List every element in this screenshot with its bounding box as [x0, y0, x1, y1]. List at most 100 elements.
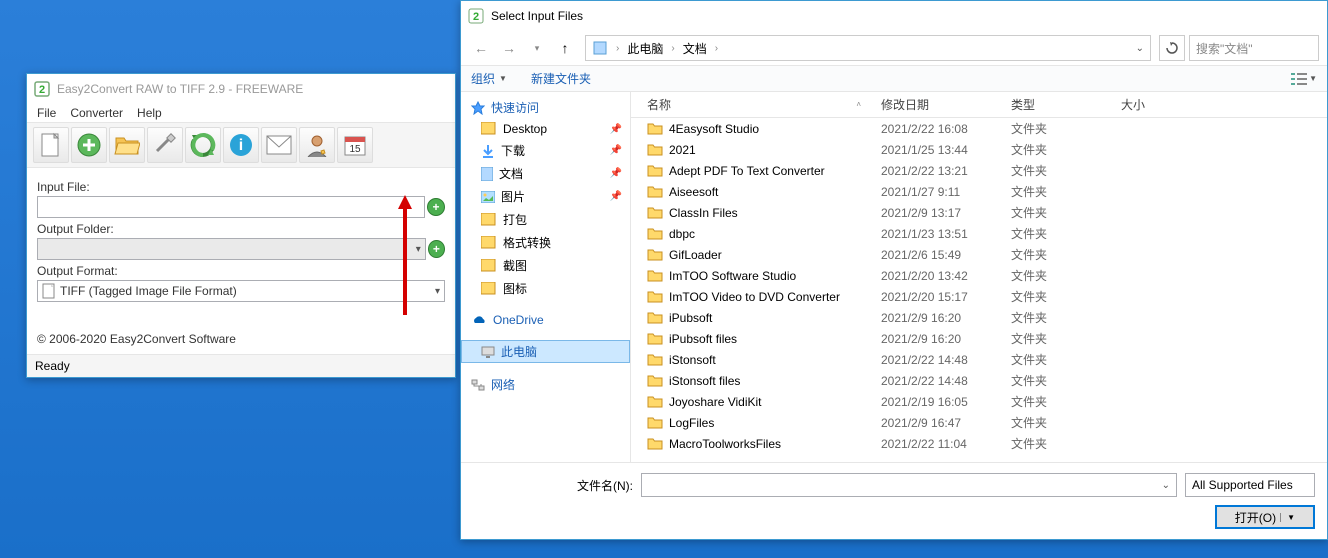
table-row[interactable]: iPubsoft files2021/2/9 16:20文件夹	[631, 328, 1327, 349]
new-folder-button[interactable]: 新建文件夹	[531, 70, 591, 87]
chevron-right-icon: ›	[715, 43, 718, 54]
chevron-down-icon: ⌄	[1162, 480, 1170, 491]
nav-icons[interactable]: 图标	[461, 277, 630, 300]
table-row[interactable]: 20212021/1/25 13:44文件夹	[631, 139, 1327, 160]
open-button[interactable]: 打开(O)▼	[1215, 505, 1315, 529]
status-bar: Ready	[27, 354, 455, 377]
nav-pictures[interactable]: 图片📌	[461, 185, 630, 208]
breadcrumb-root[interactable]: 此电脑	[627, 40, 663, 57]
nav-network[interactable]: 网络	[461, 373, 630, 396]
svg-text:2: 2	[473, 11, 479, 23]
up-button[interactable]: ↑	[553, 36, 577, 60]
table-row[interactable]: LogFiles2021/2/9 16:47文件夹	[631, 412, 1327, 433]
table-row[interactable]: iPubsoft2021/2/9 16:20文件夹	[631, 307, 1327, 328]
main-panel: Input File: + Output Folder: ▾ + Output …	[27, 168, 455, 354]
chevron-down-icon[interactable]: ⌄	[1136, 43, 1144, 54]
filename-combo[interactable]: ⌄	[641, 473, 1177, 497]
nav-onedrive[interactable]: OneDrive	[461, 310, 630, 330]
col-size[interactable]: 大小	[1121, 96, 1201, 113]
open-folder-button[interactable]	[109, 127, 145, 163]
table-row[interactable]: dbpc2021/1/23 13:51文件夹	[631, 223, 1327, 244]
file-dialog: 2 Select Input Files ← → ▾ ↑ › 此电脑 › 文档 …	[460, 0, 1328, 540]
view-button[interactable]: ▼	[1291, 72, 1317, 86]
table-row[interactable]: ImTOO Software Studio2021/2/20 13:42文件夹	[631, 265, 1327, 286]
folder-icon	[647, 185, 663, 198]
folder-icon	[647, 416, 663, 429]
col-type[interactable]: 类型	[1011, 96, 1121, 113]
settings-button[interactable]	[147, 127, 183, 163]
file-list[interactable]: 4Easysoft Studio2021/2/22 16:08文件夹202120…	[631, 118, 1327, 462]
menu-file[interactable]: File	[37, 106, 56, 120]
folder-icon	[647, 248, 663, 261]
app-icon: 2	[467, 7, 485, 25]
nav-documents[interactable]: 文档📌	[461, 162, 630, 185]
table-row[interactable]: Aiseesoft2021/1/27 9:11文件夹	[631, 181, 1327, 202]
file-date: 2021/2/20 15:17	[881, 290, 1011, 304]
nav-format[interactable]: 格式转换	[461, 231, 630, 254]
new-file-button[interactable]	[33, 127, 69, 163]
file-name: Adept PDF To Text Converter	[669, 164, 825, 178]
menu-converter[interactable]: Converter	[70, 106, 123, 120]
table-row[interactable]: 4Easysoft Studio2021/2/22 16:08文件夹	[631, 118, 1327, 139]
main-titlebar[interactable]: 2 Easy2Convert RAW to TIFF 2.9 - FREEWAR…	[27, 74, 455, 104]
file-type: 文件夹	[1011, 288, 1121, 305]
filter-combo[interactable]: All Supported Files	[1185, 473, 1315, 497]
nav-packages[interactable]: 打包	[461, 208, 630, 231]
table-row[interactable]: Joyoshare VidiKit2021/2/19 16:05文件夹	[631, 391, 1327, 412]
file-type: 文件夹	[1011, 246, 1121, 263]
table-row[interactable]: iStonsoft2021/2/22 14:48文件夹	[631, 349, 1327, 370]
col-name[interactable]: 名称˄	[631, 96, 881, 113]
input-file-field[interactable]	[37, 196, 425, 218]
nav-downloads[interactable]: 下载📌	[461, 139, 630, 162]
file-type: 文件夹	[1011, 225, 1121, 242]
col-date[interactable]: 修改日期	[881, 96, 1011, 113]
calendar-button[interactable]: 15	[337, 127, 373, 163]
copyright: © 2006-2020 Easy2Convert Software	[37, 332, 445, 346]
search-input[interactable]: 搜索"文档"	[1189, 35, 1319, 61]
folder-icon	[647, 311, 663, 324]
chevron-down-icon: ▼	[1280, 513, 1295, 522]
table-row[interactable]: Adept PDF To Text Converter 2021/2/22 13:…	[631, 160, 1327, 181]
folder-icon	[647, 374, 663, 387]
user-button[interactable]	[299, 127, 335, 163]
recent-button[interactable]: ▾	[525, 36, 549, 60]
file-type: 文件夹	[1011, 267, 1121, 284]
output-format-combo[interactable]: TIFF (Tagged Image File Format) ▾	[37, 280, 445, 302]
table-row[interactable]: ImTOO Video to DVD Converter 2021/2/20 15…	[631, 286, 1327, 307]
info-button[interactable]: i	[223, 127, 259, 163]
folder-icon	[647, 122, 663, 135]
add-button[interactable]	[71, 127, 107, 163]
add-input-button[interactable]: +	[427, 198, 445, 216]
file-name: 4Easysoft Studio	[669, 122, 759, 136]
dialog-titlebar[interactable]: 2 Select Input Files	[461, 1, 1327, 31]
nav-thispc[interactable]: 此电脑	[461, 340, 630, 363]
nav-screenshot[interactable]: 截图	[461, 254, 630, 277]
menu-help[interactable]: Help	[137, 106, 162, 120]
back-button[interactable]: ←	[469, 36, 493, 60]
file-name: iStonsoft files	[669, 374, 740, 388]
organize-button[interactable]: 组织 ▼	[471, 70, 507, 87]
file-name: iStonsoft	[669, 353, 716, 367]
file-date: 2021/2/22 13:21	[881, 164, 1011, 178]
add-output-button[interactable]: +	[428, 240, 445, 258]
mail-button[interactable]	[261, 127, 297, 163]
table-row[interactable]: ClassIn Files2021/2/9 13:17文件夹	[631, 202, 1327, 223]
file-name: dbpc	[669, 227, 695, 241]
output-folder-combo[interactable]: ▾	[37, 238, 426, 260]
table-row[interactable]: MacroToolworksFiles2021/2/22 11:04文件夹	[631, 433, 1327, 454]
chevron-right-icon: ›	[616, 43, 619, 54]
convert-button[interactable]	[185, 127, 221, 163]
chevron-down-icon: ▼	[499, 74, 507, 83]
folder-icon	[647, 353, 663, 366]
nav-desktop[interactable]: Desktop📌	[461, 119, 630, 139]
file-type: 文件夹	[1011, 120, 1121, 137]
breadcrumb-folder[interactable]: 文档	[683, 40, 707, 57]
folder-icon	[647, 206, 663, 219]
refresh-button[interactable]	[1159, 35, 1185, 61]
address-bar[interactable]: › 此电脑 › 文档 › ⌄	[585, 35, 1151, 61]
folder-icon	[647, 332, 663, 345]
nav-quick-access[interactable]: 快速访问	[461, 96, 630, 119]
table-row[interactable]: iStonsoft files2021/2/22 14:48文件夹	[631, 370, 1327, 391]
table-row[interactable]: GifLoader2021/2/6 15:49文件夹	[631, 244, 1327, 265]
file-name: ImTOO Video to DVD Converter	[669, 290, 840, 304]
